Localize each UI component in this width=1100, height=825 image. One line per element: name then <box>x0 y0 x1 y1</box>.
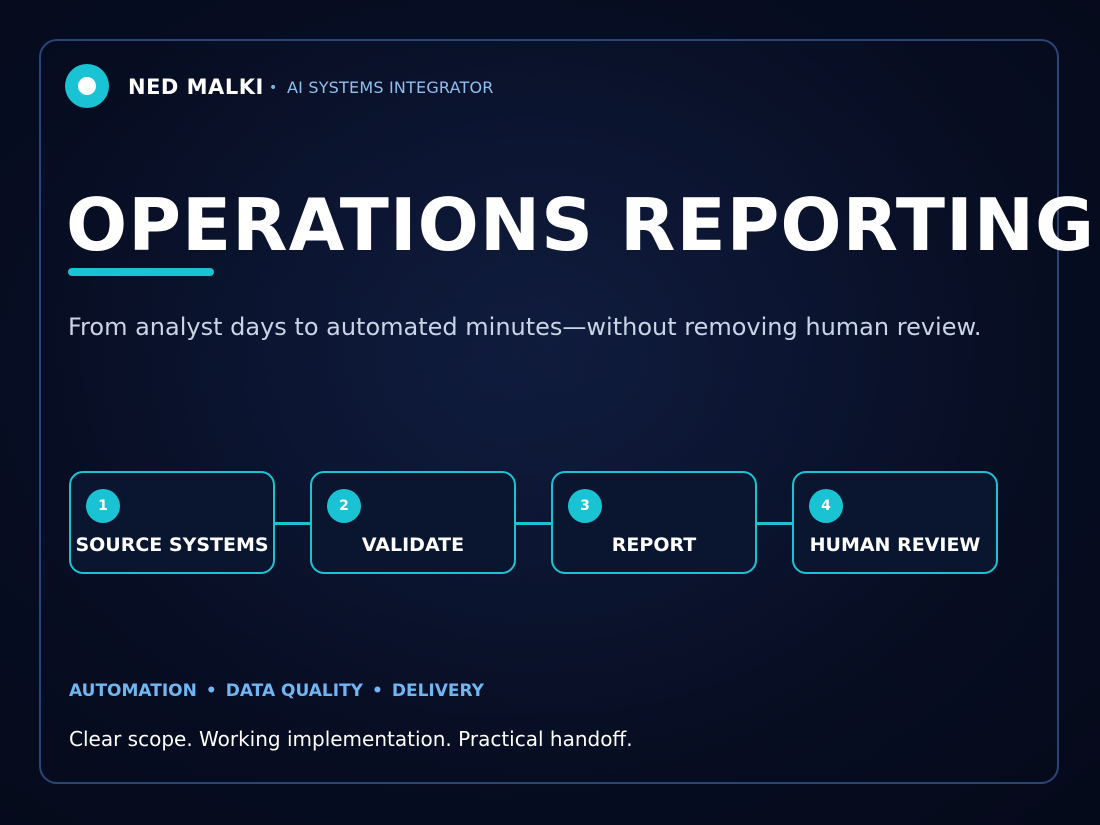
page-subtitle: From analyst days to automated minutes—w… <box>68 313 982 341</box>
pipeline-connector <box>756 522 793 525</box>
pipeline-step-report: 3 REPORT <box>551 471 757 574</box>
brand-separator: • <box>269 80 278 96</box>
title-underline <box>68 268 214 276</box>
tag-data-quality: DATA QUALITY <box>225 681 363 701</box>
tagline: Clear scope. Working implementation. Pra… <box>69 727 633 751</box>
tag-automation: AUTOMATION <box>69 681 197 701</box>
step-label: HUMAN REVIEW <box>809 534 981 556</box>
step-number-badge: 1 <box>86 489 120 523</box>
tag-separator: • <box>371 681 383 701</box>
tag-delivery: DELIVERY <box>391 681 484 701</box>
tag-separator: • <box>205 681 217 701</box>
circle-dot-logo-icon <box>65 64 109 108</box>
pipeline-connector <box>515 522 552 525</box>
step-label: VALIDATE <box>361 534 465 556</box>
tag-list: AUTOMATION • DATA QUALITY • DELIVERY <box>69 680 484 702</box>
pipeline-step-source-systems: 1 SOURCE SYSTEMS <box>69 471 275 574</box>
brand-name: NED MALKI <box>128 75 264 99</box>
logo-dot <box>78 77 96 95</box>
pipeline-step-validate: 2 VALIDATE <box>310 471 516 574</box>
step-number-badge: 4 <box>809 489 843 523</box>
pipeline-connector <box>274 522 311 525</box>
page-title: OPERATIONS REPORTING <box>66 183 1096 267</box>
step-number-badge: 3 <box>568 489 602 523</box>
step-number-badge: 2 <box>327 489 361 523</box>
step-label: SOURCE SYSTEMS <box>75 534 269 556</box>
brand-role: AI SYSTEMS INTEGRATOR <box>287 78 494 97</box>
pipeline-step-human-review: 4 HUMAN REVIEW <box>792 471 998 574</box>
slide-card <box>39 39 1059 784</box>
step-label: REPORT <box>611 534 697 556</box>
